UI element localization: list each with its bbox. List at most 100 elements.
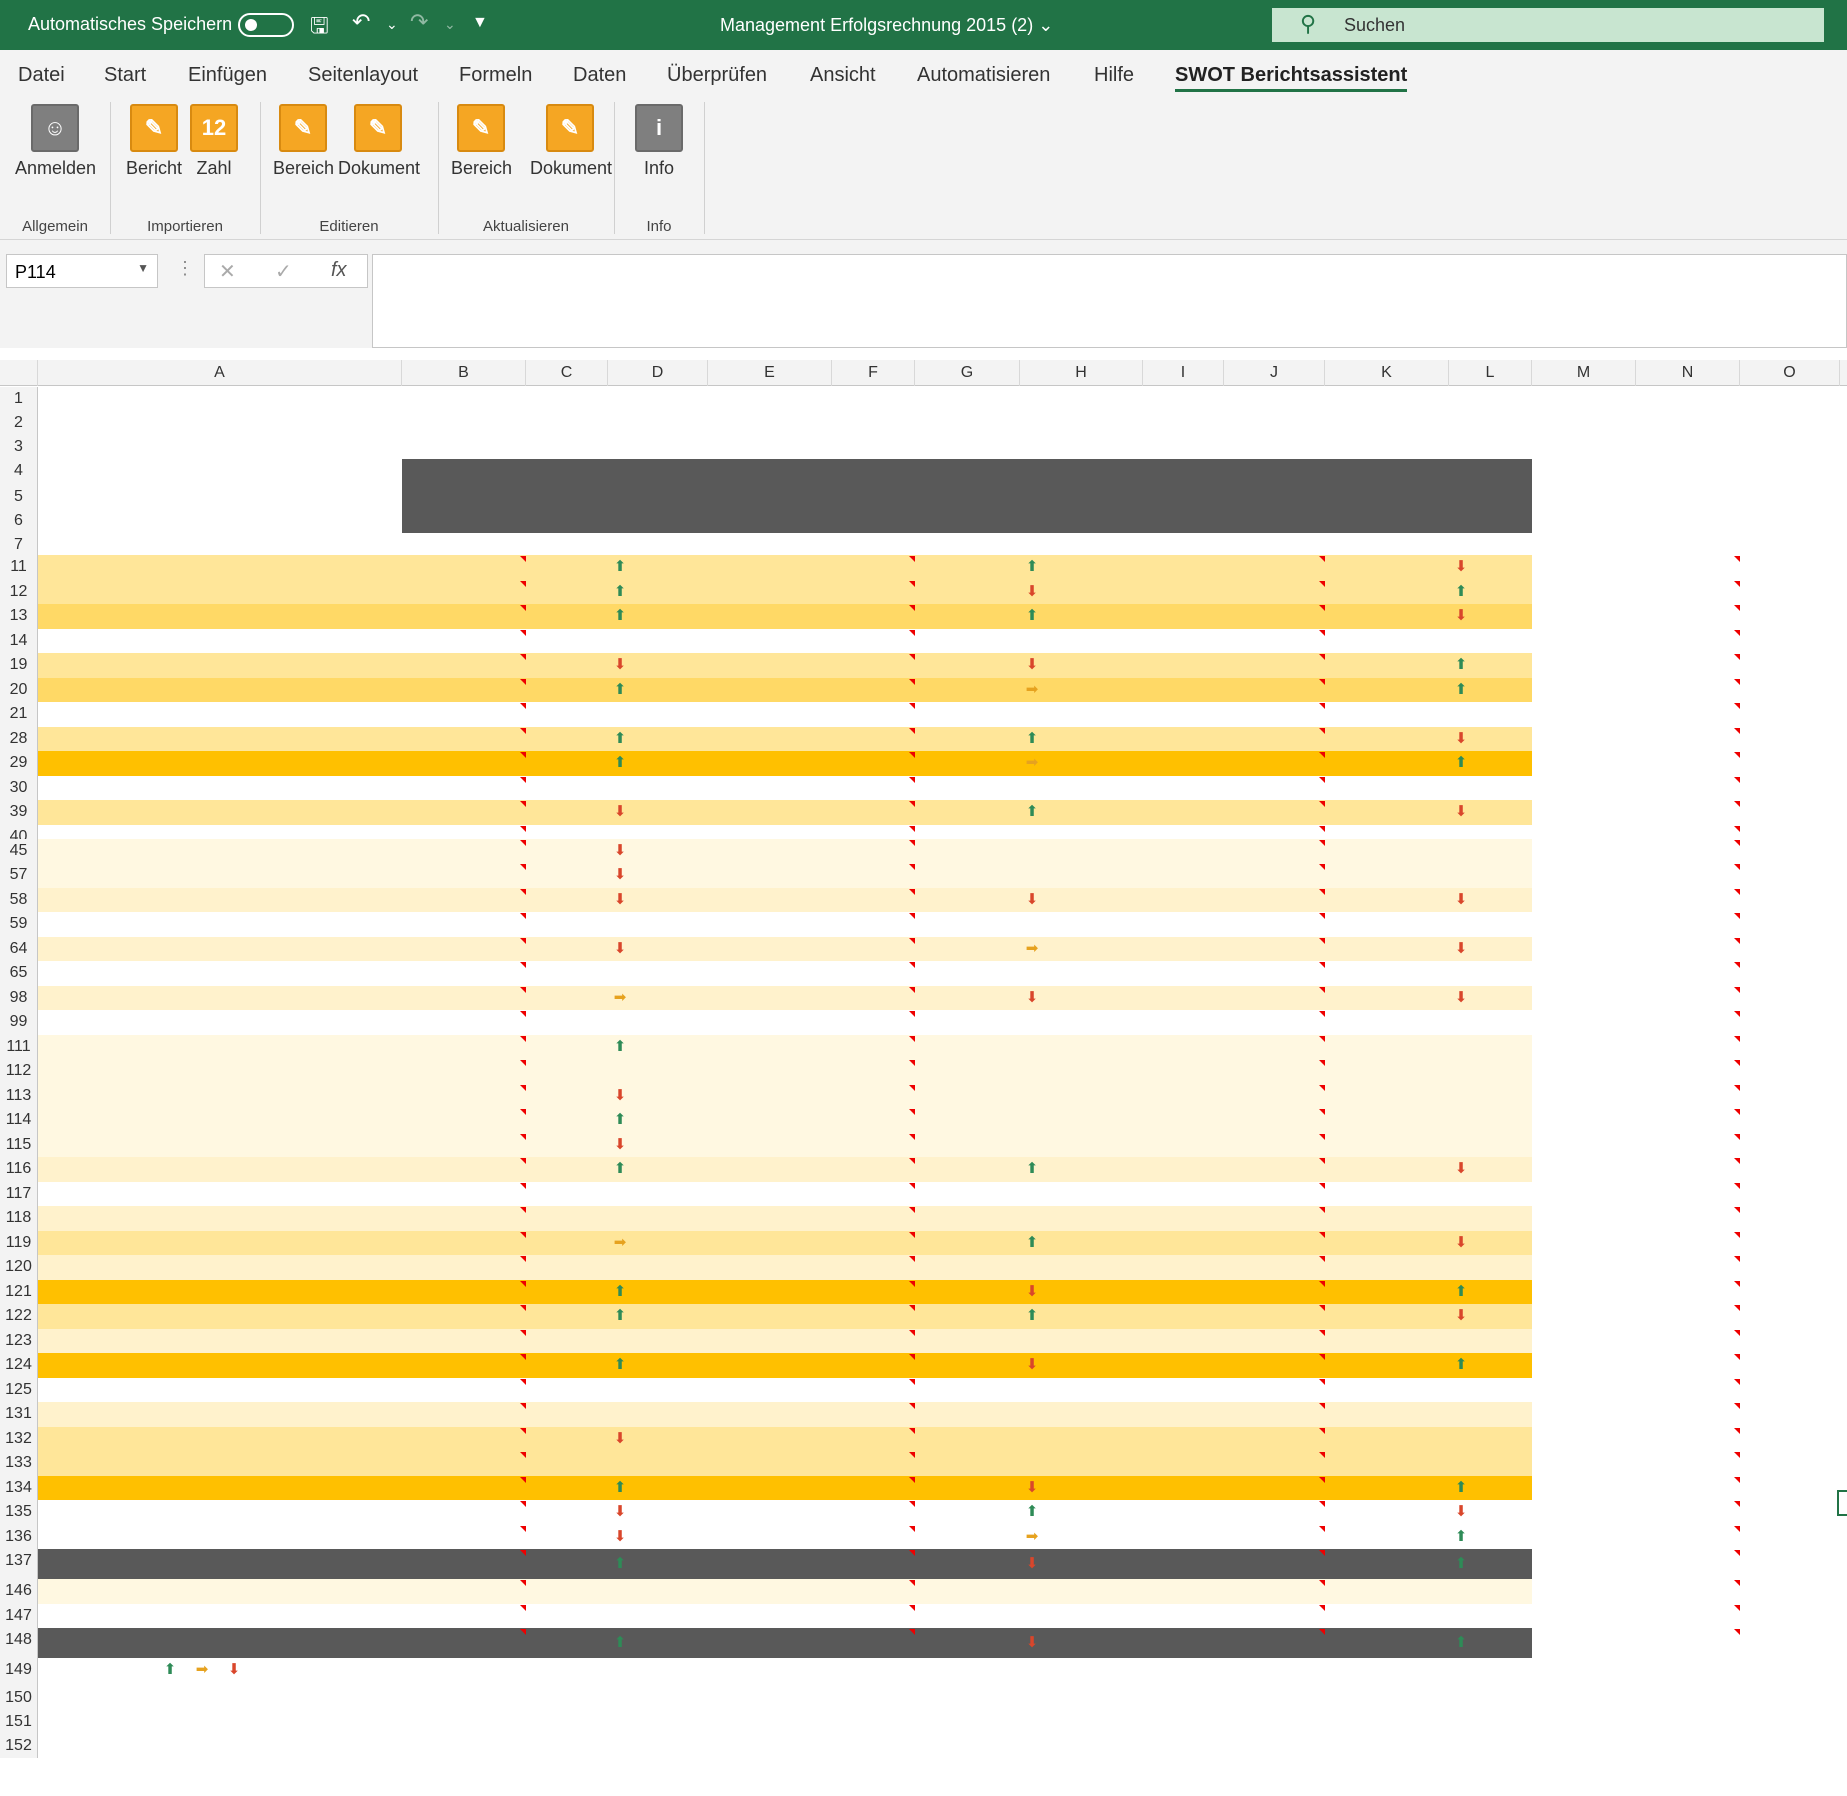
percent-cell[interactable] [1532, 1476, 1636, 1501]
row-label[interactable] [38, 1182, 402, 1207]
percent-cell[interactable] [1143, 863, 1224, 888]
value-cell[interactable] [832, 751, 915, 776]
row-header[interactable]: 11 [0, 555, 38, 580]
value-cell[interactable] [832, 604, 915, 629]
value-cell[interactable] [832, 727, 915, 752]
column-subheader[interactable] [1020, 485, 1143, 509]
percent-cell[interactable] [1740, 800, 1840, 825]
insert-function-icon[interactable]: fx [331, 259, 347, 282]
value-cell[interactable] [1224, 1084, 1325, 1109]
value-cell[interactable] [832, 555, 915, 580]
percent-cell[interactable] [915, 800, 1020, 825]
percent-cell[interactable] [1740, 1157, 1840, 1182]
percent-cell[interactable] [1325, 1010, 1449, 1035]
percent-cell[interactable] [708, 678, 832, 703]
tab-überprüfen[interactable]: Überprüfen [667, 64, 767, 87]
value-cell[interactable] [1636, 629, 1740, 654]
percent-cell[interactable] [915, 1231, 1020, 1256]
percent-cell[interactable] [1740, 1084, 1840, 1109]
percent-cell[interactable] [915, 776, 1020, 801]
percent-cell[interactable] [1740, 1427, 1840, 1452]
row-header[interactable]: 124 [0, 1353, 38, 1378]
column-header-H[interactable]: H [1020, 360, 1143, 386]
tab-automatisieren[interactable]: Automatisieren [917, 64, 1050, 87]
percent-cell[interactable] [1143, 986, 1224, 1011]
percent-cell[interactable] [708, 1402, 832, 1427]
percent-cell[interactable] [915, 1035, 1020, 1060]
percent-cell[interactable] [1740, 961, 1840, 986]
value-cell[interactable] [1224, 1280, 1325, 1305]
document-title[interactable]: Management Erfolgsrechnung 2015 (2) ⌄ [720, 15, 1053, 36]
value-cell[interactable] [1636, 653, 1740, 678]
percent-cell[interactable] [1740, 1255, 1840, 1280]
percent-cell[interactable] [526, 1084, 608, 1109]
percent-cell[interactable] [708, 1427, 832, 1452]
percent-cell[interactable] [708, 1304, 832, 1329]
value-cell[interactable] [832, 1402, 915, 1427]
value-cell[interactable] [402, 986, 526, 1011]
percent-cell[interactable] [1740, 888, 1840, 913]
column-subheader[interactable] [915, 509, 1020, 533]
tab-seitenlayout[interactable]: Seitenlayout [308, 64, 418, 87]
percent-cell[interactable] [1740, 986, 1840, 1011]
percent-cell[interactable] [1740, 1182, 1840, 1207]
percent-cell[interactable] [708, 1084, 832, 1109]
value-cell[interactable] [1224, 839, 1325, 864]
percent-cell[interactable] [915, 1549, 1020, 1579]
value-cell[interactable] [832, 580, 915, 605]
percent-cell[interactable] [1740, 604, 1840, 629]
percent-cell[interactable] [915, 986, 1020, 1011]
percent-cell[interactable] [1532, 839, 1636, 864]
row-label[interactable] [38, 937, 402, 962]
redo-icon[interactable]: ↷ [410, 9, 428, 35]
value-cell[interactable] [1636, 961, 1740, 986]
percent-cell[interactable] [1740, 1108, 1840, 1133]
value-cell[interactable] [402, 1059, 526, 1084]
column-header-A[interactable]: A [38, 360, 402, 386]
value-cell[interactable] [1224, 678, 1325, 703]
percent-cell[interactable] [526, 800, 608, 825]
percent-cell[interactable] [1532, 678, 1636, 703]
percent-cell[interactable] [1532, 986, 1636, 1011]
value-cell[interactable] [402, 1304, 526, 1329]
percent-cell[interactable] [1325, 653, 1449, 678]
row-header[interactable]: 135 [0, 1500, 38, 1525]
row-header[interactable]: 146 [0, 1579, 38, 1604]
column-header-K[interactable]: K [1325, 360, 1449, 386]
row-label[interactable] [38, 776, 402, 801]
value-cell[interactable] [832, 863, 915, 888]
percent-cell[interactable] [708, 888, 832, 913]
value-cell[interactable] [832, 1579, 915, 1604]
percent-cell[interactable] [526, 751, 608, 776]
percent-cell[interactable] [1740, 555, 1840, 580]
percent-cell[interactable] [708, 580, 832, 605]
value-cell[interactable] [402, 727, 526, 752]
percent-cell[interactable] [915, 961, 1020, 986]
percent-cell[interactable] [915, 1402, 1020, 1427]
percent-cell[interactable] [1325, 1353, 1449, 1378]
percent-cell[interactable] [915, 1451, 1020, 1476]
percent-cell[interactable] [915, 1304, 1020, 1329]
column-subheader[interactable] [1325, 485, 1449, 509]
percent-cell[interactable] [1143, 1280, 1224, 1305]
row-header[interactable]: 121 [0, 1279, 38, 1304]
percent-cell[interactable] [1740, 1549, 1840, 1579]
value-cell[interactable] [832, 1378, 915, 1403]
percent-cell[interactable] [1740, 1010, 1840, 1035]
percent-cell[interactable] [1325, 1549, 1449, 1579]
value-cell[interactable] [1224, 604, 1325, 629]
percent-cell[interactable] [915, 1500, 1020, 1525]
column-subheader[interactable] [915, 485, 1020, 509]
year-header[interactable] [708, 459, 915, 485]
percent-cell[interactable] [1325, 1206, 1449, 1231]
column-subheader[interactable] [708, 509, 832, 533]
percent-cell[interactable] [526, 1628, 608, 1658]
value-cell[interactable] [1636, 937, 1740, 962]
value-cell[interactable] [402, 1035, 526, 1060]
percent-cell[interactable] [915, 1206, 1020, 1231]
value-cell[interactable] [1224, 888, 1325, 913]
percent-cell[interactable] [526, 1231, 608, 1256]
value-cell[interactable] [832, 1451, 915, 1476]
percent-cell[interactable] [1325, 1255, 1449, 1280]
value-cell[interactable] [1636, 912, 1740, 937]
